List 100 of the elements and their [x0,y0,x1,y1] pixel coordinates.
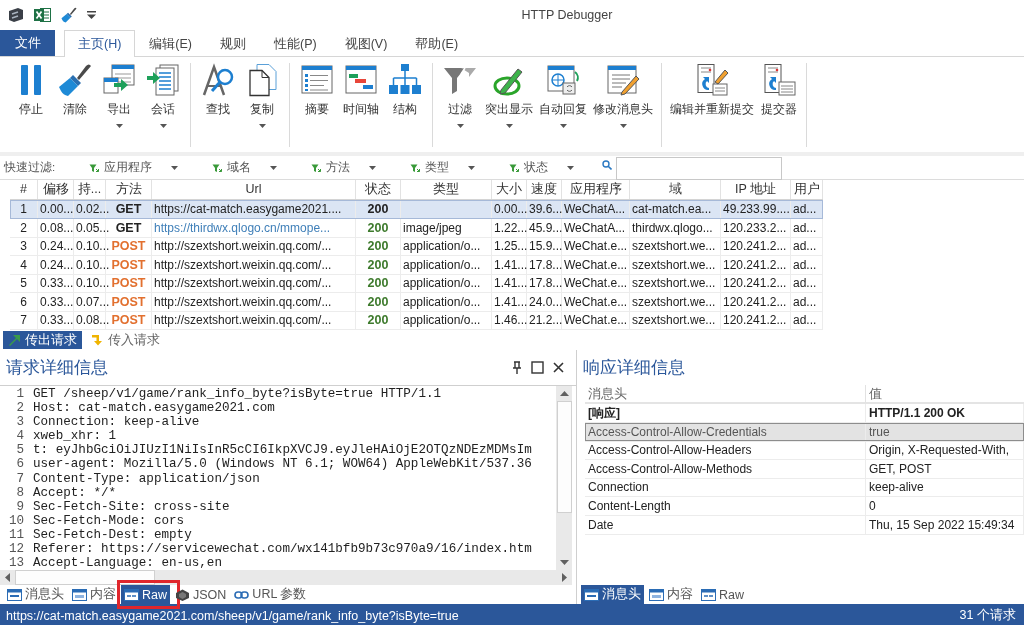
table-row[interactable]: Date Thu, 15 Sep 2022 15:49:34 [585,515,1024,535]
ribbon-tab[interactable]: 规则 [206,30,261,57]
documents-arrow-icon [146,63,180,97]
filter-dropdown[interactable]: 状态 [509,160,575,175]
table-cell: http://szextshort.weixin.qq.com/... [152,237,356,257]
pin-icon[interactable] [512,361,522,374]
panel-tab[interactable]: 消息头 [4,585,67,604]
table-cell: 200 [356,200,401,219]
column-header[interactable]: 速度 [527,180,562,199]
table-cell: Access-Control-Allow-Credentials [585,422,866,442]
search-icon [201,63,235,97]
ribbon-button[interactable]: 时间轴 [339,63,383,143]
table-row[interactable]: 1 0.00... 0.02... GET https://cat-match.easygame2021.... 200 0.00...39.6...WeChatA... cat-match.ea... 49.233.99.... ad... [10,200,823,219]
column-header[interactable]: Url [152,180,356,199]
window-icon [584,588,599,601]
panel-tab[interactable]: JSON [172,585,230,604]
ribbon-button[interactable]: 编辑并重新提交 [667,63,757,143]
table-row[interactable]: Access-Control-Allow-Headers Origin, X-Requested-With, [585,441,1024,460]
maximize-icon[interactable] [531,361,544,374]
window-icon [701,588,716,601]
table-row[interactable]: 4 0.24... 0.10... POST http://szextshort.weixin.qq.com/... 200 application/o... 1.41...17.8...WeChat.e... szextshort.we... 120.241.2... ad... [10,255,823,275]
ribbon-button[interactable]: 提交器 [757,63,801,143]
table-cell: 3 [10,237,38,257]
ribbon-button[interactable]: 会话 [141,63,185,143]
ribbon-button[interactable]: 复制 [240,63,284,143]
ribbon-button[interactable]: 导出 [97,63,141,143]
ribbon-tab[interactable]: 编辑(E) [135,30,207,57]
panel-tab[interactable]: 内容 [69,585,119,604]
table-row[interactable]: 5 0.33... 0.10... POST http://szextshort.weixin.qq.com/... 200 application/o... 1.41...17.8...WeChat.e... szextshort.we... 120.241.2... ad... [10,274,823,293]
filter-dropdown[interactable]: 类型 [410,160,476,175]
ribbon-button[interactable]: 清除 [53,63,97,143]
table-cell: szextshort.we... [630,292,721,312]
code-line: Sec-Fetch-Dest: empty [33,527,192,543]
column-header[interactable]: 方法 [106,180,152,199]
table-row[interactable]: 2 0.08... 0.05... GET https://thirdwx.qlogo.cn/mmope... 200 image/jpeg 1.22...45.9...WeChatA... thirdwx.qlogo... 120.233.2... ad... [10,218,823,238]
column-header[interactable]: # [10,180,38,199]
column-header[interactable]: 偏移 [38,180,74,199]
table-cell: 39.6... [527,200,562,219]
ribbon-button[interactable]: 自动回复 [536,63,590,143]
list-tab[interactable]: 传出请求 [3,331,82,349]
table-row[interactable]: 6 0.33... 0.07... POST http://szextshort.weixin.qq.com/... 200 application/o... 1.41...24.0...WeChat.e... szextshort.we... 120.241.2... ad... [10,292,823,312]
list-tab[interactable]: 传入请求 [86,331,165,349]
table-row[interactable]: Content-Length 0 [585,496,1024,516]
search-field[interactable] [616,157,783,180]
ribbon-tab[interactable]: 视图(V) [330,30,402,57]
search-icon [602,160,613,170]
filter-dropdown[interactable]: 应用程序 [89,160,179,175]
ribbon-tab[interactable]: 主页(H) [64,30,136,57]
line-number: 1 [15,387,24,402]
filter-dropdown[interactable]: 方法 [311,160,377,175]
filter-dropdown[interactable]: 域名 [212,160,278,175]
ribbon-button[interactable]: 摘要 [295,63,339,143]
ribbon-button[interactable]: 修改消息头 [590,63,656,143]
ribbon-button[interactable]: 停止 [9,63,53,143]
request-count: 31 个请求 [959,607,1016,624]
line-number: 5 [15,443,24,458]
brush-icon [58,63,92,97]
scrollbar[interactable] [556,386,572,570]
hierarchy-icon [388,63,422,97]
panel-tab[interactable]: URL 参数 [231,585,310,604]
column-header[interactable]: 类型 [401,180,492,199]
column-header[interactable]: 用户 [791,180,823,199]
table-row[interactable]: 3 0.24... 0.10... POST http://szextshort.weixin.qq.com/... 200 application/o... 1.25...15.9...WeChat.e... szextshort.we... 120.241.2... ad... [10,237,823,256]
ribbon-button[interactable]: 突出显示 [482,63,536,143]
table-cell: 200 [356,274,401,294]
brush-icon[interactable] [61,7,77,23]
ribbon-tab[interactable]: 性能(P) [260,30,331,57]
ribbon-button[interactable]: 过滤 [438,63,482,143]
column-header[interactable]: 持... [74,180,106,199]
close-icon[interactable] [553,362,564,373]
column-header[interactable]: 值 [866,385,1024,403]
panel-tab[interactable]: Raw [698,585,747,604]
table-cell: 21.2... [527,311,562,331]
ribbon-button[interactable]: 结构 [383,63,427,143]
table-row[interactable]: Access-Control-Allow-Methods GET, POST [585,459,1024,479]
table-cell: 17.8... [527,255,562,275]
table-row[interactable]: Connection keep-alive [585,478,1024,497]
table-row[interactable]: 7 0.33... 0.08... POST http://szextshort.weixin.qq.com/... 200 application/o... 1.46...21.2...WeChat.e... szextshort.we... 120.241.2... ad... [10,311,823,330]
column-header[interactable]: 域 [630,180,721,199]
dropdown-icon[interactable] [87,11,96,19]
line-number: 8 [15,485,24,500]
panel-tab[interactable]: 内容 [646,585,696,604]
column-header[interactable]: 应用程序 [562,180,630,199]
scrollbar-thumb[interactable] [15,570,155,585]
column-header[interactable]: 状态 [356,180,401,199]
spreadsheet-icon[interactable] [34,7,51,23]
ribbon-button[interactable]: 查找 [196,63,240,143]
column-header[interactable]: IP 地址 [721,180,791,199]
column-header[interactable]: 大小 [492,180,527,199]
table-cell: 120.233.2... [721,218,791,238]
caret-icon [270,165,278,170]
line-number: 3 [15,415,24,430]
panel-tab[interactable]: 消息头 [581,585,644,604]
code-line: Sec-Fetch-Mode: cors [33,513,185,528]
scrollbar-thumb[interactable] [556,401,572,513]
ribbon-tab[interactable]: 帮助(E) [401,30,473,57]
file-tab[interactable]: 文件 [0,30,55,56]
table-cell: 4 [10,255,38,275]
table-cell: thirdwx.qlogo... [630,218,721,238]
column-header[interactable]: 消息头 [585,385,866,403]
